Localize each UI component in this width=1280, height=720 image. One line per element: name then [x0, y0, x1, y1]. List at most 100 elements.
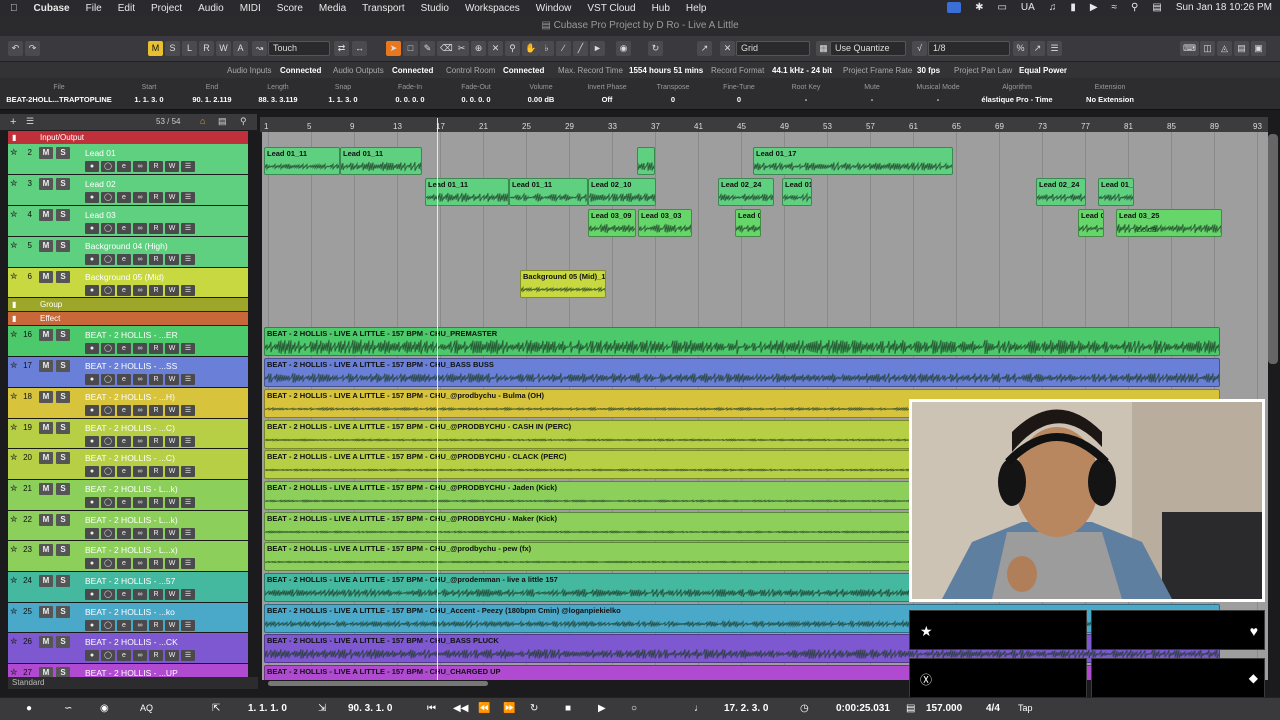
- track-menu-button[interactable]: ☰: [181, 558, 195, 569]
- clock-icon[interactable]: ◷: [800, 703, 809, 714]
- info-invert-phase[interactable]: Invert Phase Off: [578, 84, 636, 104]
- hand-tool-icon[interactable]: ✋: [522, 41, 540, 56]
- track-record-enable-button[interactable]: ◯: [101, 405, 115, 416]
- control-center-icon[interactable]: ▤: [1152, 2, 1161, 13]
- redo-icon[interactable]: ↷: [25, 41, 40, 56]
- track-menu-button[interactable]: ☰: [181, 528, 195, 539]
- track-solo-button[interactable]: S: [56, 667, 70, 677]
- track-solo-button[interactable]: S: [56, 636, 70, 648]
- info-end[interactable]: End 90. 1. 2.119: [184, 84, 240, 104]
- track-solo-button[interactable]: S: [56, 422, 70, 434]
- project-cursor[interactable]: [437, 118, 438, 680]
- info-volume[interactable]: Volume 0.00 dB: [512, 84, 570, 104]
- track-read-button[interactable]: R: [149, 558, 163, 569]
- track-menu-button[interactable]: ☰: [181, 405, 195, 416]
- track-mute-button[interactable]: M: [39, 667, 53, 677]
- track-menu-button[interactable]: ☰: [181, 254, 195, 265]
- automation-mode-select[interactable]: Touch: [268, 41, 330, 56]
- info-musical-mode[interactable]: Musical Mode -: [908, 84, 968, 104]
- track-monitor-button[interactable]: ●: [85, 285, 99, 296]
- info-start[interactable]: Start 1. 1. 3. 0: [118, 84, 180, 104]
- track-name[interactable]: BEAT - 2 HOLLIS - ...ko: [85, 607, 175, 617]
- color-tool-icon[interactable]: ◉: [616, 41, 631, 56]
- track-lock-button[interactable]: ∞: [133, 497, 147, 508]
- track-name[interactable]: Lead 02: [85, 179, 116, 189]
- track-record-enable-button[interactable]: ◯: [101, 254, 115, 265]
- info-root-key[interactable]: Root Key -: [776, 84, 836, 104]
- track-edit-button[interactable]: e: [117, 192, 131, 203]
- track-edit-button[interactable]: e: [117, 343, 131, 354]
- info-fade-in[interactable]: Fade-In 0. 0. 0. 0: [380, 84, 440, 104]
- track-monitor-button[interactable]: ●: [85, 558, 99, 569]
- menu-workspaces[interactable]: Workspaces: [465, 3, 520, 14]
- quantize-icon[interactable]: √: [912, 41, 927, 56]
- search-icon[interactable]: ⚲: [1131, 2, 1138, 13]
- track-name[interactable]: BEAT - 2 HOLLIS - L...x): [85, 545, 178, 555]
- track-monitor-button[interactable]: ●: [85, 374, 99, 385]
- add-track-icon[interactable]: +: [10, 116, 16, 128]
- position-time-display[interactable]: 0:00:25.031: [836, 703, 890, 714]
- menu-help[interactable]: Help: [686, 3, 707, 14]
- track-row[interactable]: ✮ 6 M S Background 05 (Mid) ● ◯ e ∞ R W ☰: [8, 268, 248, 298]
- info-fine-tune[interactable]: Fine-Tune 0: [710, 84, 768, 104]
- audio-event[interactable]: Lead 01_17: [753, 147, 953, 175]
- previous-marker-icon[interactable]: ◀◀: [453, 703, 468, 714]
- track-solo-button[interactable]: S: [56, 514, 70, 526]
- mute-tool-icon[interactable]: ✕: [488, 41, 503, 56]
- mute-all-button[interactable]: M: [148, 41, 163, 56]
- track-visibility-icon[interactable]: ▤: [218, 116, 227, 127]
- track-write-button[interactable]: W: [165, 223, 179, 234]
- track-mute-button[interactable]: M: [39, 422, 53, 434]
- track-mute-button[interactable]: M: [39, 178, 53, 190]
- track-name[interactable]: Background 05 (Mid): [85, 272, 164, 282]
- track-row[interactable]: ✮ 26 M S BEAT - 2 HOLLIS - ...CK ● ◯ e ∞ R W ☰: [8, 633, 248, 664]
- track-menu-button[interactable]: ☰: [181, 343, 195, 354]
- track-record-enable-button[interactable]: ◯: [101, 343, 115, 354]
- track-row[interactable]: ✮ 25 M S BEAT - 2 HOLLIS - ...ko ● ◯ e ∞ R W ☰: [8, 603, 248, 633]
- track-monitor-button[interactable]: ●: [85, 254, 99, 265]
- info-fade-out[interactable]: Fade-Out 0. 0. 0. 0: [446, 84, 506, 104]
- apple-icon[interactable]: : [10, 3, 18, 14]
- track-write-button[interactable]: W: [165, 192, 179, 203]
- track-read-button[interactable]: R: [149, 405, 163, 416]
- track-write-button[interactable]: W: [165, 466, 179, 477]
- range-tool-icon[interactable]: □: [403, 41, 418, 56]
- track-mute-button[interactable]: M: [39, 271, 53, 283]
- track-mute-button[interactable]: M: [39, 209, 53, 221]
- menu-score[interactable]: Score: [277, 3, 303, 14]
- track-record-enable-button[interactable]: ◯: [101, 374, 115, 385]
- track-write-button[interactable]: W: [165, 497, 179, 508]
- track-mute-button[interactable]: M: [39, 452, 53, 464]
- track-name[interactable]: Lead 03: [85, 210, 116, 220]
- quantize-apply-icon[interactable]: ↗: [1030, 41, 1045, 56]
- track-lock-button[interactable]: ∞: [133, 192, 147, 203]
- read-all-button[interactable]: R: [199, 41, 214, 56]
- layout-right-icon[interactable]: ◬: [1217, 41, 1232, 56]
- erase-tool-icon[interactable]: ⌫: [437, 41, 456, 56]
- track-read-button[interactable]: R: [149, 528, 163, 539]
- track-edit-button[interactable]: e: [117, 620, 131, 631]
- track-write-button[interactable]: W: [165, 436, 179, 447]
- track-lock-button[interactable]: ∞: [133, 254, 147, 265]
- track-monitor-button[interactable]: ●: [85, 528, 99, 539]
- track-row[interactable]: ✮ 21 M S BEAT - 2 HOLLIS - L...k) ● ◯ e ∞ R W ☰: [8, 480, 248, 511]
- menu-vst-cloud[interactable]: VST Cloud: [587, 3, 635, 14]
- track-solo-button[interactable]: S: [56, 271, 70, 283]
- track-row[interactable]: ✮ 18 M S BEAT - 2 HOLLIS - ...H) ● ◯ e ∞ R W ☰: [8, 388, 248, 419]
- track-edit-button[interactable]: e: [117, 650, 131, 661]
- constrain-icon[interactable]: ↔: [352, 41, 367, 56]
- screen-record-icon[interactable]: [947, 2, 962, 13]
- track-write-button[interactable]: W: [165, 589, 179, 600]
- pencil-tool-icon[interactable]: ✎: [420, 41, 435, 56]
- left-locator-icon[interactable]: ⇱: [212, 703, 220, 714]
- track-mute-button[interactable]: M: [39, 483, 53, 495]
- track-lock-button[interactable]: ∞: [133, 374, 147, 385]
- track-name[interactable]: BEAT - 2 HOLLIS - ...57: [85, 576, 175, 586]
- track-solo-button[interactable]: S: [56, 209, 70, 221]
- track-menu-button[interactable]: ☰: [181, 497, 195, 508]
- track-menu-button[interactable]: ☰: [181, 161, 195, 172]
- volume-icon[interactable]: ♫: [1049, 2, 1057, 13]
- draw-tool-icon[interactable]: ∕: [556, 41, 571, 56]
- menu-edit[interactable]: Edit: [118, 3, 135, 14]
- track-row[interactable]: ✮ 5 M S Background 04 (High) ● ◯ e ∞ R W ☰: [8, 237, 248, 268]
